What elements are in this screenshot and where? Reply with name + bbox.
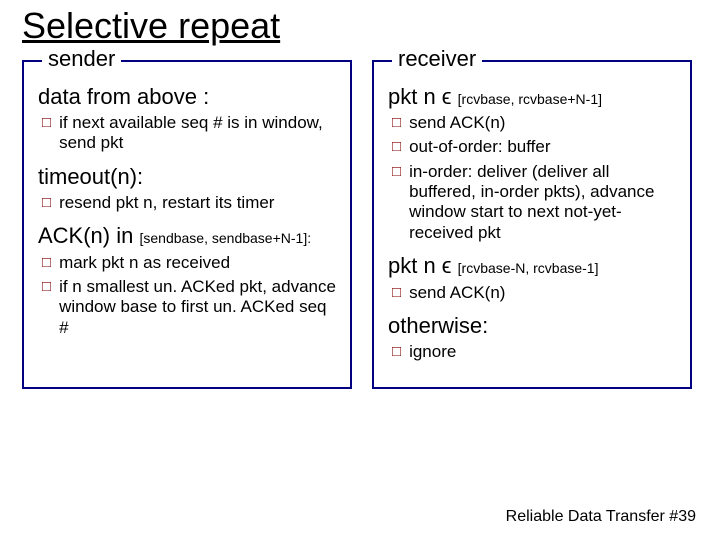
sender-list-1: resend pkt n, restart its timer [38, 193, 338, 213]
list-item: out-of-order: buffer [392, 137, 678, 157]
list-item: if n smallest un. ACKed pkt, advance win… [42, 277, 338, 338]
sender-legend: sender [42, 48, 121, 70]
receiver-list-0: send ACK(n) out-of-order: buffer in-orde… [388, 113, 678, 243]
heading-range: [sendbase, sendbase+N-1]: [139, 230, 311, 246]
list-item-text: if n smallest un. ACKed pkt, advance win… [59, 277, 338, 338]
list-item: mark pkt n as received [42, 253, 338, 273]
list-item-text: send ACK(n) [409, 113, 505, 133]
list-item: if next available seq # is in window, se… [42, 113, 338, 154]
heading-text: ACK(n) in [38, 223, 139, 248]
receiver-panel: receiver pkt n ϵ [rcvbase, rcvbase+N-1] … [372, 60, 692, 389]
heading-text: pkt n ϵ [388, 84, 452, 109]
heading-text: data from above : [38, 84, 209, 109]
sender-panel: sender data from above : if next availab… [22, 60, 352, 389]
columns: sender data from above : if next availab… [22, 60, 698, 389]
slide-title: Selective repeat [22, 6, 698, 46]
sender-heading-0: data from above : [38, 84, 338, 109]
list-item: ignore [392, 342, 678, 362]
list-item-text: out-of-order: buffer [409, 137, 550, 157]
list-item: resend pkt n, restart its timer [42, 193, 338, 213]
list-item-text: resend pkt n, restart its timer [59, 193, 274, 213]
list-item: in-order: deliver (deliver all buffered,… [392, 162, 678, 244]
list-item: send ACK(n) [392, 113, 678, 133]
sender-heading-2: ACK(n) in [sendbase, sendbase+N-1]: [38, 223, 338, 248]
heading-range: [rcvbase, rcvbase+N-1] [458, 91, 602, 107]
list-item: send ACK(n) [392, 283, 678, 303]
receiver-list-2: ignore [388, 342, 678, 362]
sender-list-2: mark pkt n as received if n smallest un.… [38, 253, 338, 339]
receiver-legend: receiver [392, 48, 482, 70]
heading-text: otherwise: [388, 313, 488, 338]
heading-range: [rcvbase-N, rcvbase-1] [458, 260, 599, 276]
slide: Selective repeat sender data from above … [0, 0, 720, 540]
list-item-text: mark pkt n as received [59, 253, 230, 273]
list-item-text: in-order: deliver (deliver all buffered,… [409, 162, 678, 244]
slide-footer: Reliable Data Transfer #39 [506, 508, 696, 526]
receiver-heading-1: pkt n ϵ [rcvbase-N, rcvbase-1] [388, 253, 678, 278]
list-item-text: send ACK(n) [409, 283, 505, 303]
list-item-text: if next available seq # is in window, se… [59, 113, 338, 154]
sender-heading-1: timeout(n): [38, 164, 338, 189]
receiver-list-1: send ACK(n) [388, 283, 678, 303]
sender-list-0: if next available seq # is in window, se… [38, 113, 338, 154]
heading-text: pkt n ϵ [388, 253, 452, 278]
receiver-heading-2: otherwise: [388, 313, 678, 338]
receiver-heading-0: pkt n ϵ [rcvbase, rcvbase+N-1] [388, 84, 678, 109]
heading-text: timeout(n): [38, 164, 143, 189]
list-item-text: ignore [409, 342, 456, 362]
